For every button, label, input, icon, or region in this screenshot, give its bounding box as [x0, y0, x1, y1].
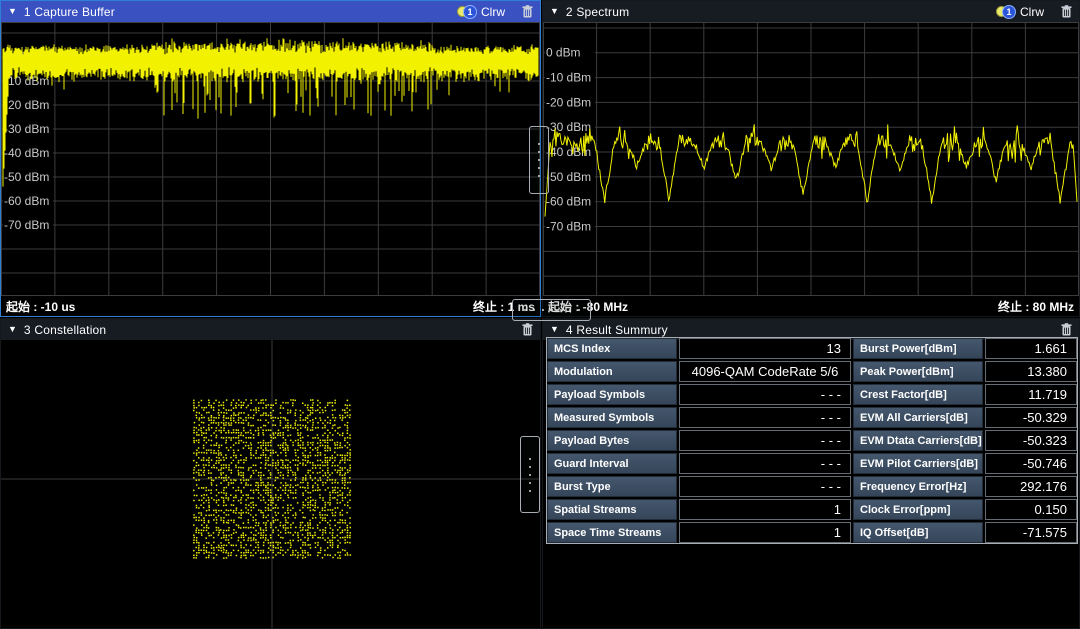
window-menu-icon[interactable]: ▼ [550, 7, 559, 16]
result-label-cell: Spatial Streams [547, 499, 677, 520]
result-row: Burst Type- - -Frequency Error[Hz]292.17… [547, 476, 1077, 497]
trace-number-icon: 1 [1002, 5, 1016, 19]
y-axis-tick-label: -70 dBm [4, 218, 49, 232]
result-value-cell: 4096-QAM CodeRate 5/6 [679, 361, 851, 382]
result-label-cell: Frequency Error[Hz] [853, 476, 983, 497]
result-table: MCS Index13Burst Power[dBm]1.661Modulati… [546, 337, 1078, 544]
trace-number-icon: 1 [463, 5, 477, 19]
result-label-cell: Peak Power[dBm] [853, 361, 983, 382]
vertical-splitter-handle[interactable] [529, 126, 549, 194]
window-title: 4 Result Summury [566, 323, 668, 337]
result-row: Modulation4096-QAM CodeRate 5/6Peak Powe… [547, 361, 1077, 382]
window-menu-icon[interactable]: ▼ [550, 325, 559, 334]
result-label-cell: Payload Symbols [547, 384, 677, 405]
capture-buffer-axis-footer: 起始 : -10 us 终止 : 1 ms [1, 296, 540, 316]
result-value-cell: -50.746 [985, 453, 1077, 474]
result-label-cell: EVM Pilot Carriers[dB] [853, 453, 983, 474]
capture-buffer-titlebar[interactable]: ▼ 1 Capture Buffer 1 Clrw [1, 1, 540, 22]
window-menu-icon[interactable]: ▼ [8, 325, 17, 334]
y-axis-tick-label: -30 dBm [546, 120, 591, 134]
capture-buffer-window: ▼ 1 Capture Buffer 1 Clrw 0 dBm-10 dBm-2… [0, 0, 541, 317]
result-label-cell: Measured Symbols [547, 407, 677, 428]
capture-buffer-plot[interactable]: 0 dBm-10 dBm-20 dBm-30 dBm-40 dBm-50 dBm… [1, 22, 540, 296]
constellation-titlebar[interactable]: ▼ 3 Constellation [1, 319, 540, 340]
result-value-cell: 0.150 [985, 499, 1077, 520]
result-row: Guard Interval- - -EVM Pilot Carriers[dB… [547, 453, 1077, 474]
result-label-cell: EVM Dtata Carriers[dB] [853, 430, 983, 451]
result-value-cell: -71.575 [985, 522, 1077, 543]
result-value-cell: - - - [679, 407, 851, 428]
spectrum-axis-footer: 起始 : -80 MHz 终止 : 80 MHz [543, 296, 1079, 316]
result-label-cell: Guard Interval [547, 453, 677, 474]
y-axis-tick-label: -20 dBm [4, 98, 49, 112]
result-value-cell: -50.323 [985, 430, 1077, 451]
result-value-cell: 13.380 [985, 361, 1077, 382]
spectrum-plot[interactable]: 0 dBm-10 dBm-20 dBm-30 dBm-40 dBm-50 dBm… [543, 22, 1079, 296]
result-row: Payload Bytes- - -EVM Dtata Carriers[dB]… [547, 430, 1077, 451]
result-value-cell: 11.719 [985, 384, 1077, 405]
delete-window-icon[interactable] [522, 5, 533, 18]
y-axis-tick-label: -10 dBm [4, 74, 49, 88]
result-row: Space Time Streams1IQ Offset[dB]-71.575 [547, 522, 1077, 543]
result-label-cell: Space Time Streams [547, 522, 677, 543]
window-title: 1 Capture Buffer [24, 5, 115, 19]
y-axis-tick-label: -70 dBm [546, 219, 591, 233]
result-value-cell: 1 [679, 499, 851, 520]
result-label-cell: Payload Bytes [547, 430, 677, 451]
result-label-cell: EVM All Carriers[dB] [853, 407, 983, 428]
result-value-cell: - - - [679, 453, 851, 474]
result-value-cell: - - - [679, 384, 851, 405]
result-value-cell: 1 [679, 522, 851, 543]
y-axis-tick-label: -50 dBm [546, 170, 591, 184]
result-label-cell: Burst Type [547, 476, 677, 497]
result-row: MCS Index13Burst Power[dBm]1.661 [547, 338, 1077, 359]
result-label-cell: MCS Index [547, 338, 677, 359]
y-axis-tick-label: -20 dBm [546, 95, 591, 109]
y-axis-tick-label: -10 dBm [546, 71, 591, 85]
horizontal-splitter-handle[interactable] [512, 299, 591, 321]
result-label-cell: IQ Offset[dB] [853, 522, 983, 543]
x-axis-start-label: 起始 : -10 us [6, 298, 75, 315]
x-axis-stop-label: 终止 : 80 MHz [998, 298, 1074, 315]
result-summary-window: ▼ 4 Result Summury MCS Index13Burst Powe… [542, 318, 1080, 629]
window-title: 3 Constellation [24, 323, 106, 337]
result-value-cell: 1.661 [985, 338, 1077, 359]
spectrum-titlebar[interactable]: ▼ 2 Spectrum 1 Clrw [543, 1, 1079, 22]
constellation-window: ▼ 3 Constellation [0, 318, 541, 629]
constellation-plot[interactable] [1, 340, 540, 628]
y-axis-tick-label: -40 dBm [4, 146, 49, 160]
trace-indicator[interactable]: 1 Clrw [457, 5, 505, 19]
y-axis-tick-label: -60 dBm [546, 195, 591, 209]
trace-mode-label: Clrw [1020, 5, 1044, 19]
result-value-cell: 13 [679, 338, 851, 359]
spectrum-window: ▼ 2 Spectrum 1 Clrw 0 dBm -10 dBm -20 dBm -… [542, 0, 1080, 317]
y-axis-tick-label: -30 dBm [4, 122, 49, 136]
result-value-cell: 292.176 [985, 476, 1077, 497]
result-row: Measured Symbols- - -EVM All Carriers[dB… [547, 407, 1077, 428]
window-menu-icon[interactable]: ▼ [8, 7, 17, 16]
delete-window-icon[interactable] [1061, 323, 1072, 336]
result-value-cell: - - - [679, 476, 851, 497]
y-axis-tick-label: -60 dBm [4, 194, 49, 208]
window-title: 2 Spectrum [566, 5, 629, 19]
y-axis-tick-label: 0 dBm [546, 46, 581, 60]
delete-window-icon[interactable] [522, 323, 533, 336]
trace-mode-label: Clrw [481, 5, 505, 19]
result-label-cell: Modulation [547, 361, 677, 382]
delete-window-icon[interactable] [1061, 5, 1072, 18]
result-label-cell: Burst Power[dBm] [853, 338, 983, 359]
trace-indicator[interactable]: 1 Clrw [996, 5, 1044, 19]
result-label-cell: Crest Factor[dB] [853, 384, 983, 405]
result-value-cell: - - - [679, 430, 851, 451]
vertical-splitter-handle[interactable] [520, 436, 540, 513]
result-row: Payload Symbols- - -Crest Factor[dB]11.7… [547, 384, 1077, 405]
y-axis-tick-label: -50 dBm [4, 170, 49, 184]
result-label-cell: Clock Error[ppm] [853, 499, 983, 520]
result-value-cell: -50.329 [985, 407, 1077, 428]
result-row: Spatial Streams1Clock Error[ppm]0.150 [547, 499, 1077, 520]
